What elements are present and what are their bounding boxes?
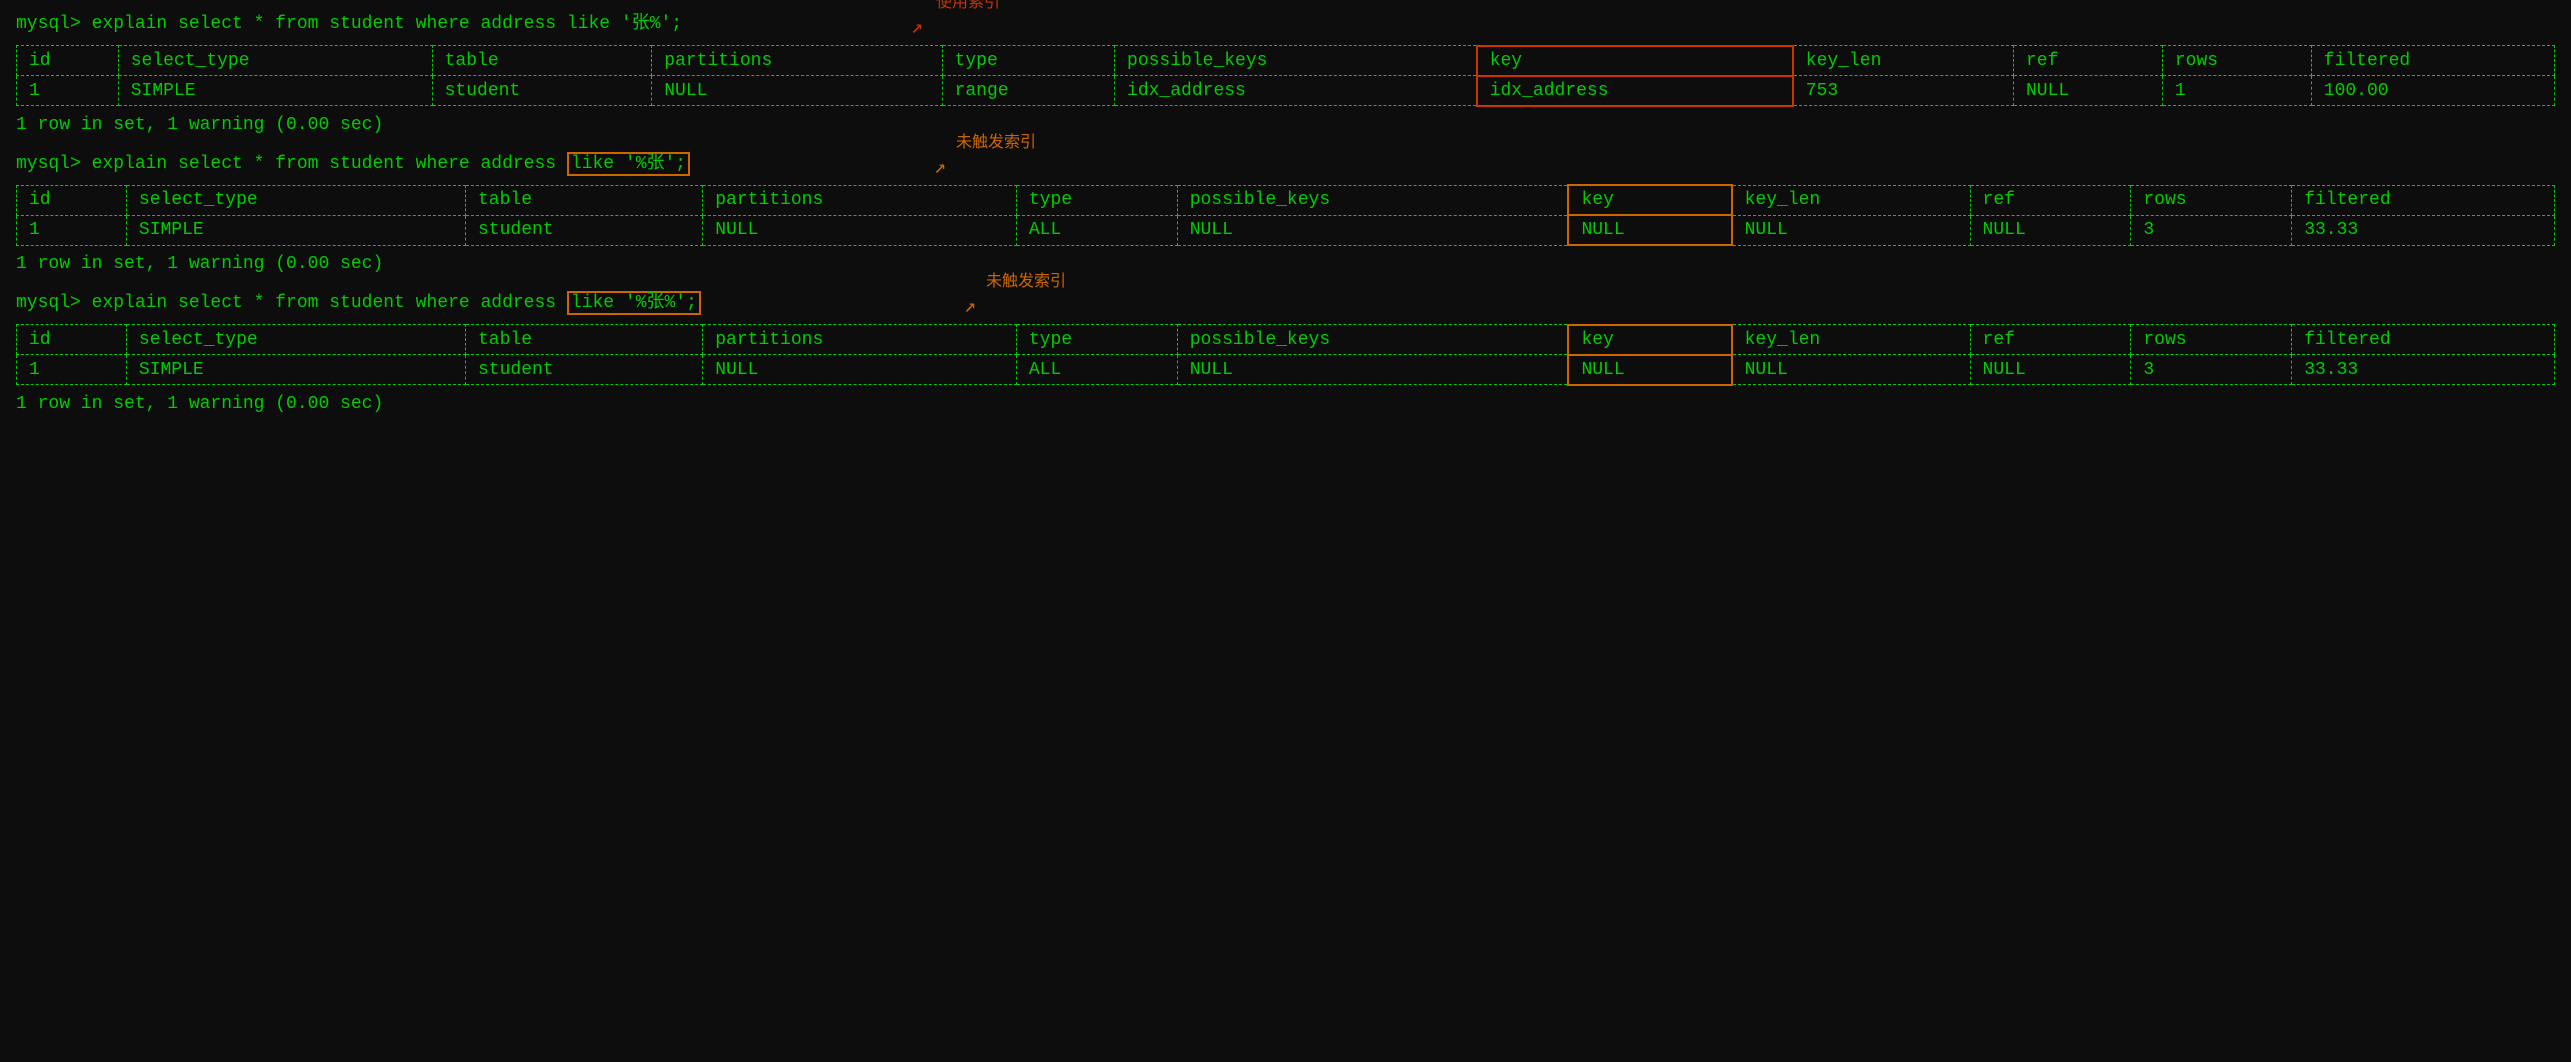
col-table-header: table bbox=[432, 46, 652, 76]
cell-table-2: student bbox=[466, 215, 703, 245]
result-table-1: id select_type table partitions type pos… bbox=[16, 45, 2555, 107]
annotation-3: 未触发索引 bbox=[986, 267, 1066, 291]
col-table-header-3: table bbox=[466, 325, 703, 355]
block-2: mysql> explain select * from student whe… bbox=[16, 150, 2555, 280]
cell-key-len-2: NULL bbox=[1732, 215, 1970, 245]
cell-partitions-3: NULL bbox=[703, 355, 1017, 385]
prompt-line-2: mysql> explain select * from student whe… bbox=[16, 150, 690, 179]
cell-type-1: range bbox=[942, 76, 1114, 106]
cell-id-3: 1 bbox=[17, 355, 127, 385]
block-1: mysql> explain select * from student whe… bbox=[16, 10, 2555, 140]
cell-partitions-2: NULL bbox=[703, 215, 1017, 245]
col-filtered-header-3: filtered bbox=[2292, 325, 2555, 355]
cell-possible-keys-1: idx_address bbox=[1115, 76, 1477, 106]
prompt-line-1: mysql> explain select * from student whe… bbox=[16, 10, 682, 39]
cell-possible-keys-3: NULL bbox=[1177, 355, 1568, 385]
result-table-3: id select_type table partitions type pos… bbox=[16, 324, 2555, 386]
arrow-1: ↗ bbox=[911, 14, 923, 40]
result-table-2: id select_type table partitions type pos… bbox=[16, 184, 2555, 246]
col-id-header: id bbox=[17, 46, 119, 76]
result-line-1: 1 row in set, 1 warning (0.00 sec) bbox=[16, 111, 2555, 140]
cell-key-2: NULL bbox=[1568, 215, 1731, 245]
prompt-container-2: mysql> explain select * from student whe… bbox=[16, 150, 2555, 181]
col-key-len-header-2: key_len bbox=[1732, 185, 1970, 215]
cell-partitions-1: NULL bbox=[652, 76, 942, 106]
result-line-2: 1 row in set, 1 warning (0.00 sec) bbox=[16, 250, 2555, 279]
col-select-type-header-2: select_type bbox=[126, 185, 465, 215]
cell-ref-3: NULL bbox=[1970, 355, 2131, 385]
col-rows-header-3: rows bbox=[2131, 325, 2292, 355]
col-key-len-header: key_len bbox=[1793, 46, 2014, 76]
cell-rows-1: 1 bbox=[2162, 76, 2311, 106]
annotation-1: 使用索引 bbox=[936, 0, 1000, 12]
cell-select-type-1: SIMPLE bbox=[118, 76, 432, 106]
col-id-header-3: id bbox=[17, 325, 127, 355]
col-type-header-2: type bbox=[1016, 185, 1177, 215]
col-filtered-header-2: filtered bbox=[2292, 185, 2555, 215]
cell-filtered-2: 33.33 bbox=[2292, 215, 2555, 245]
col-table-header-2: table bbox=[466, 185, 703, 215]
col-type-header: type bbox=[942, 46, 1114, 76]
cell-rows-2: 3 bbox=[2131, 215, 2292, 245]
col-partitions-header-2: partitions bbox=[703, 185, 1017, 215]
col-rows-header-2: rows bbox=[2131, 185, 2292, 215]
col-select-type-header: select_type bbox=[118, 46, 432, 76]
prompt-container-3: mysql> explain select * from student whe… bbox=[16, 289, 2555, 320]
cell-id-2: 1 bbox=[17, 215, 127, 245]
col-key-header-3: key bbox=[1568, 325, 1731, 355]
result-line-3: 1 row in set, 1 warning (0.00 sec) bbox=[16, 390, 2555, 419]
prompt-highlight-2: like '%张'; bbox=[567, 152, 690, 176]
cell-key-len-3: NULL bbox=[1732, 355, 1970, 385]
cell-type-3: ALL bbox=[1016, 355, 1177, 385]
prompt-highlight-3: like '%张%'; bbox=[567, 291, 701, 315]
cell-key-3: NULL bbox=[1568, 355, 1731, 385]
col-key-len-header-3: key_len bbox=[1732, 325, 1970, 355]
col-ref-header-2: ref bbox=[1970, 185, 2131, 215]
table-3: id select_type table partitions type pos… bbox=[16, 324, 2555, 386]
cell-id-1: 1 bbox=[17, 76, 119, 106]
col-key-header-2: key bbox=[1568, 185, 1731, 215]
col-possible-keys-header-2: possible_keys bbox=[1177, 185, 1568, 215]
block-3: mysql> explain select * from student whe… bbox=[16, 289, 2555, 419]
cell-ref-2: NULL bbox=[1970, 215, 2131, 245]
arrow-2: ↗ bbox=[934, 154, 946, 180]
col-filtered-header: filtered bbox=[2311, 46, 2554, 76]
col-rows-header: rows bbox=[2162, 46, 2311, 76]
table-2: id select_type table partitions type pos… bbox=[16, 184, 2555, 246]
cell-key-1: idx_address bbox=[1477, 76, 1793, 106]
col-possible-keys-header: possible_keys bbox=[1115, 46, 1477, 76]
cell-type-2: ALL bbox=[1016, 215, 1177, 245]
col-partitions-header-3: partitions bbox=[703, 325, 1017, 355]
cell-filtered-1: 100.00 bbox=[2311, 76, 2554, 106]
cell-ref-1: NULL bbox=[2013, 76, 2162, 106]
cell-table-3: student bbox=[466, 355, 703, 385]
col-partitions-header: partitions bbox=[652, 46, 942, 76]
cell-key-len-1: 753 bbox=[1793, 76, 2014, 106]
col-ref-header-3: ref bbox=[1970, 325, 2131, 355]
table-1: id select_type table partitions type pos… bbox=[16, 45, 2555, 107]
col-possible-keys-header-3: possible_keys bbox=[1177, 325, 1568, 355]
col-type-header-3: type bbox=[1016, 325, 1177, 355]
col-select-type-header-3: select_type bbox=[126, 325, 465, 355]
col-key-header: key bbox=[1477, 46, 1793, 76]
prompt-line-3: mysql> explain select * from student whe… bbox=[16, 289, 701, 318]
cell-rows-3: 3 bbox=[2131, 355, 2292, 385]
annotation-2: 未触发索引 bbox=[956, 128, 1036, 152]
arrow-3: ↗ bbox=[964, 293, 976, 319]
cell-table-1: student bbox=[432, 76, 652, 106]
prompt-container-1: mysql> explain select * from student whe… bbox=[16, 10, 2555, 41]
col-id-header-2: id bbox=[17, 185, 127, 215]
cell-possible-keys-2: NULL bbox=[1177, 215, 1568, 245]
cell-filtered-3: 33.33 bbox=[2292, 355, 2555, 385]
cell-select-type-2: SIMPLE bbox=[126, 215, 465, 245]
cell-select-type-3: SIMPLE bbox=[126, 355, 465, 385]
col-ref-header: ref bbox=[2013, 46, 2162, 76]
